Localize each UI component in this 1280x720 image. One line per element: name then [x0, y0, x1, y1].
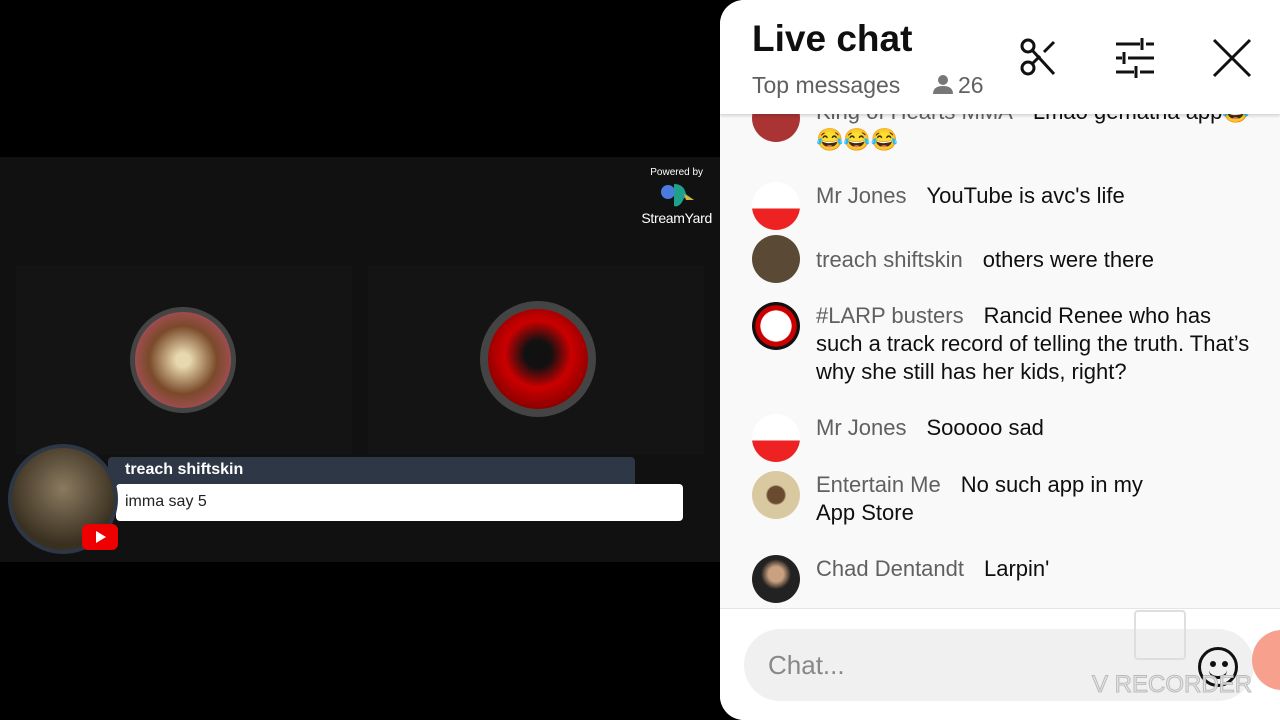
streamyard-logo-icon — [660, 180, 694, 210]
viewer-count-value: 26 — [958, 72, 984, 98]
avatar — [752, 182, 800, 230]
message-author[interactable]: treach shiftskin — [816, 247, 963, 272]
message-text: Larpin' — [984, 556, 1050, 581]
chat-message: treach shiftskin others were there — [752, 235, 1252, 283]
chat-input[interactable] — [744, 629, 1254, 701]
chat-footer — [720, 608, 1280, 720]
tune-icon[interactable] — [1114, 36, 1158, 80]
youtube-icon — [82, 524, 118, 550]
emoji-icon[interactable] — [1198, 647, 1238, 687]
participant-tile — [16, 265, 352, 455]
person-icon — [932, 73, 954, 94]
message-text: Sooooo sad — [926, 415, 1044, 440]
avatar — [752, 302, 800, 350]
live-chat-panel: Live chat Top messages 26 King of Hearts… — [720, 0, 1280, 720]
message-author[interactable]: Entertain Me — [816, 472, 941, 497]
brand-label: StreamYard — [641, 210, 712, 226]
avatar — [752, 555, 800, 603]
participant-avatar — [480, 301, 596, 417]
chat-message: Mr Jones Sooooo sad — [752, 414, 1252, 462]
powered-by-label: Powered by — [650, 167, 704, 178]
message-author[interactable]: Mr Jones — [816, 183, 906, 208]
message-author[interactable]: #LARP busters — [816, 303, 964, 328]
banner-message: imma say 5 — [116, 484, 683, 521]
avatar — [752, 235, 800, 283]
banner-author: treach shiftskin — [108, 457, 635, 485]
stream-video: Powered by StreamYard treach shiftskin i… — [0, 157, 720, 562]
participant-tile — [368, 265, 704, 455]
chat-message: Mr Jones YouTube is avc's life — [752, 182, 1252, 230]
chat-message: Chad Dentandt Larpin' — [752, 555, 1252, 603]
chat-message: Entertain Me No such app in my App Store — [752, 471, 1172, 527]
message-author[interactable]: Chad Dentandt — [816, 556, 964, 581]
avatar — [752, 414, 800, 462]
streamyard-watermark: Powered by StreamYard — [641, 167, 712, 226]
participant-avatar — [130, 307, 236, 413]
chat-message: #LARP busters Rancid Renee who has such a… — [752, 302, 1252, 386]
avatar — [752, 471, 800, 519]
close-icon[interactable] — [1210, 36, 1254, 80]
comment-banner: treach shiftskin imma say 5 — [8, 444, 688, 554]
viewer-count: 26 — [932, 72, 984, 99]
chat-title: Live chat — [752, 18, 913, 59]
message-author[interactable]: Mr Jones — [816, 415, 906, 440]
message-text: others were there — [982, 247, 1154, 272]
scissors-icon[interactable] — [1018, 36, 1062, 80]
chat-mode-selector[interactable]: Top messages — [752, 72, 900, 99]
chat-header: Live chat Top messages 26 — [720, 0, 1280, 114]
message-text: YouTube is avc's life — [926, 183, 1125, 208]
